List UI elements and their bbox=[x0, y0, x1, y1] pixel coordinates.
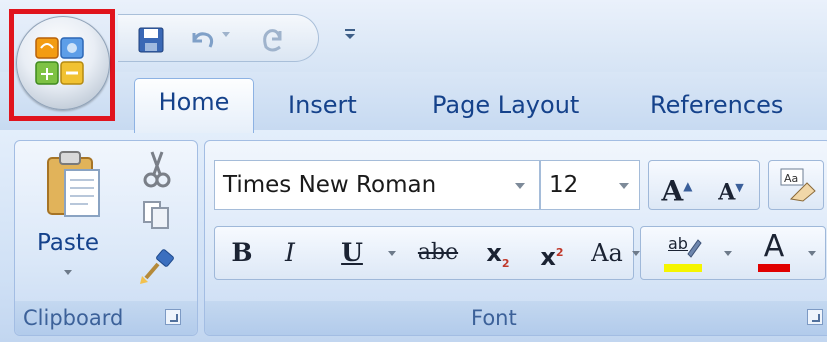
paste-label: Paste bbox=[36, 230, 100, 256]
redo-icon[interactable] bbox=[258, 25, 288, 55]
tab-page-layout-label: Page Layout bbox=[432, 91, 580, 119]
clipboard-label: Clipboard bbox=[23, 306, 124, 330]
highlight-dropdown-icon[interactable] bbox=[724, 251, 732, 256]
font-name-value: Times New Roman bbox=[223, 172, 437, 198]
grow-font-button[interactable]: A▲ bbox=[652, 162, 702, 208]
font-color-letter: A bbox=[763, 229, 785, 264]
copy-icon[interactable] bbox=[140, 198, 174, 232]
superscript-label: x bbox=[540, 243, 556, 271]
save-icon[interactable] bbox=[136, 25, 166, 55]
highlight-button[interactable]: ab bbox=[664, 234, 704, 274]
font-name-dropdown-icon[interactable] bbox=[515, 183, 525, 189]
scissors-icon[interactable] bbox=[140, 150, 174, 190]
tab-home[interactable]: Home bbox=[134, 78, 254, 133]
highlighter-pen-icon bbox=[687, 239, 702, 258]
font-color-bar bbox=[758, 264, 790, 272]
bold-button[interactable]: B bbox=[222, 228, 262, 278]
shrink-font-label: A bbox=[718, 179, 736, 206]
underline-button[interactable]: U bbox=[332, 228, 372, 278]
office-logo-icon bbox=[35, 37, 84, 85]
svg-text:Aa: Aa bbox=[784, 172, 798, 185]
font-label: Font bbox=[471, 306, 517, 330]
tab-references[interactable]: References bbox=[650, 82, 790, 130]
paste-icon bbox=[47, 151, 100, 217]
tab-insert[interactable]: Insert bbox=[288, 82, 368, 130]
font-color-dropdown-icon[interactable] bbox=[808, 251, 816, 256]
tab-page-layout[interactable]: Page Layout bbox=[432, 82, 592, 130]
change-case-button[interactable]: Aa bbox=[584, 228, 630, 278]
strikethrough-button[interactable]: abe bbox=[410, 228, 466, 278]
subscript-mark: 2 bbox=[501, 256, 510, 270]
undo-dropdown-icon[interactable] bbox=[222, 32, 230, 37]
tab-home-label: Home bbox=[158, 88, 230, 116]
superscript-button[interactable]: x2 bbox=[530, 228, 574, 278]
shrink-font-button[interactable]: A▼ bbox=[706, 164, 756, 208]
format-painter-icon[interactable] bbox=[138, 248, 176, 286]
clear-formatting-icon: Aa bbox=[780, 168, 816, 202]
tab-references-label: References bbox=[650, 91, 784, 119]
font-size-combo[interactable]: 12 bbox=[540, 160, 640, 210]
paste-dropdown-icon[interactable] bbox=[64, 270, 72, 275]
underline-dropdown-icon[interactable] bbox=[388, 251, 396, 256]
undo-icon[interactable] bbox=[186, 25, 216, 55]
grow-font-label: A bbox=[661, 174, 684, 208]
subscript-button[interactable]: x2 bbox=[476, 228, 520, 278]
font-name-combo[interactable]: Times New Roman bbox=[214, 160, 540, 210]
font-size-dropdown-icon[interactable] bbox=[619, 183, 629, 189]
subscript-label: x bbox=[486, 239, 502, 267]
clipboard-launcher-icon[interactable] bbox=[165, 309, 181, 325]
grow-caret-icon: ▲ bbox=[683, 179, 693, 193]
font-launcher-icon[interactable] bbox=[807, 309, 823, 325]
italic-button[interactable]: I bbox=[270, 228, 310, 278]
superscript-mark: 2 bbox=[555, 246, 564, 259]
clear-formatting-button[interactable]: Aa bbox=[768, 160, 824, 210]
highlight-color-bar bbox=[664, 264, 702, 272]
customize-qat-icon[interactable] bbox=[342, 24, 358, 44]
change-case-dropdown-icon[interactable] bbox=[632, 251, 640, 256]
paste-button[interactable]: Paste bbox=[30, 148, 120, 288]
tab-insert-label: Insert bbox=[288, 91, 357, 119]
font-size-value: 12 bbox=[549, 172, 579, 198]
font-color-button[interactable]: A bbox=[756, 230, 792, 274]
shrink-caret-icon: ▼ bbox=[735, 181, 744, 194]
